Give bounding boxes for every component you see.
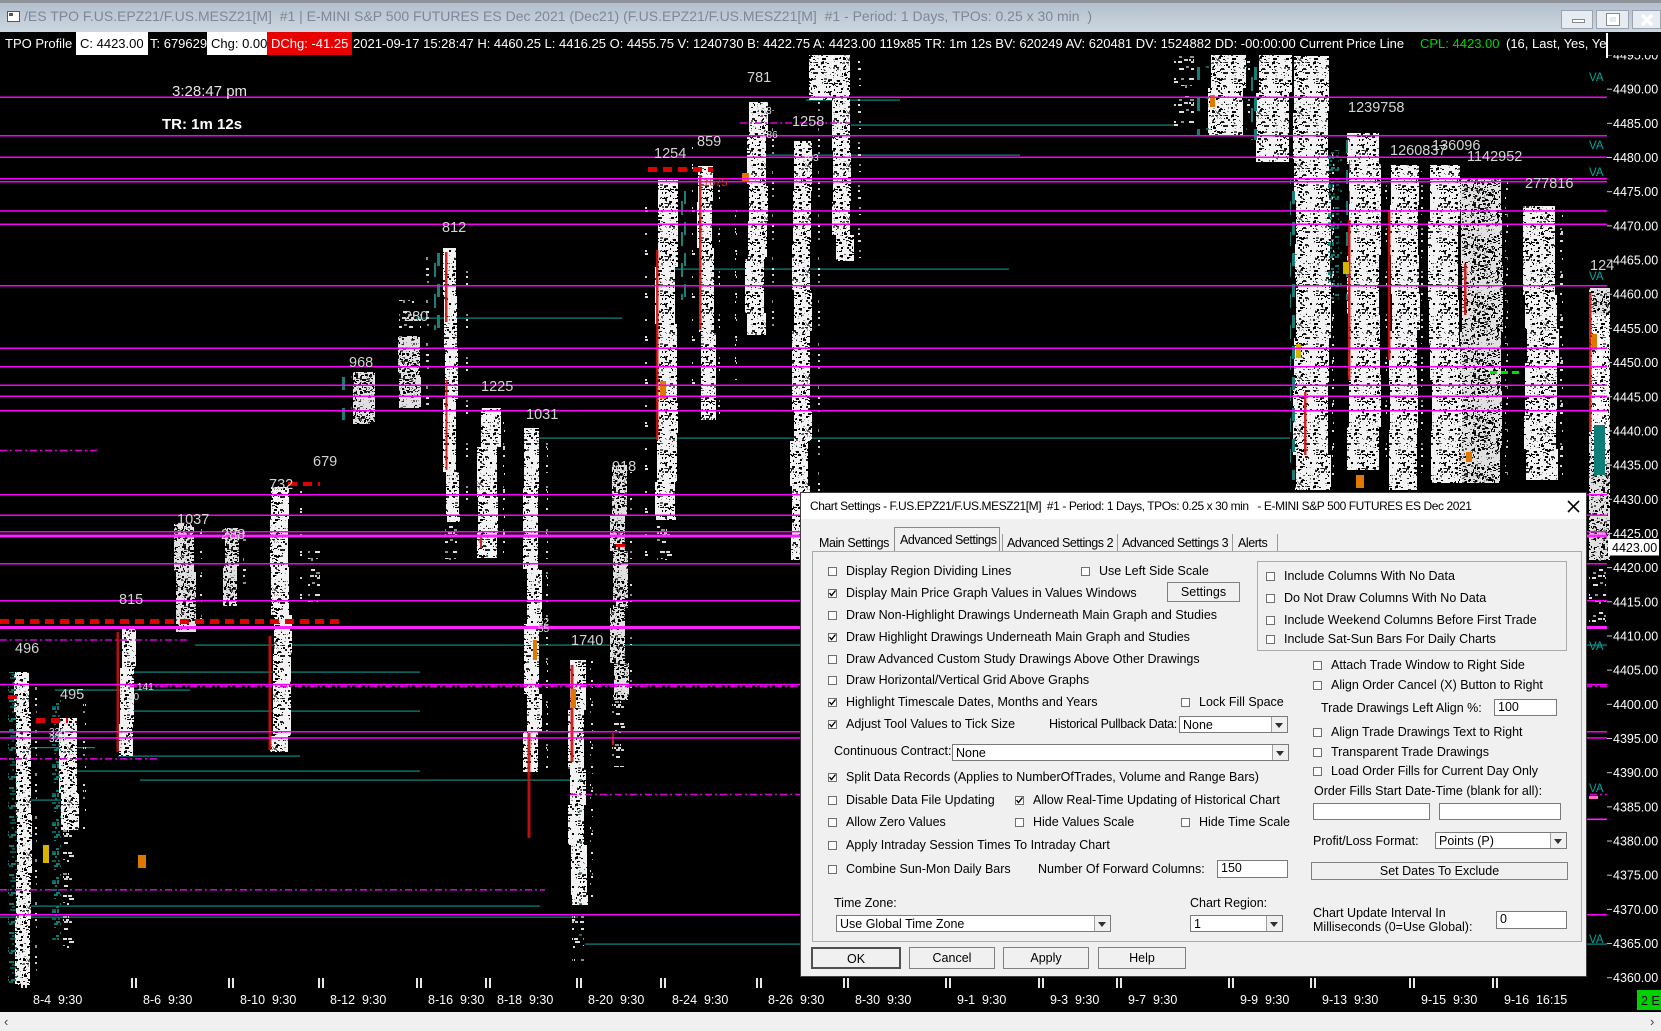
svg-text:1225: 1225	[481, 379, 513, 395]
svg-text:9-1 9:30: 9-1 9:30	[957, 993, 1006, 1007]
svg-text:4450.00: 4450.00	[1613, 356, 1658, 370]
svg-text:55: 55	[538, 624, 550, 635]
svg-text:VA: VA	[1589, 167, 1604, 179]
svg-text:8-12 9:30: 8-12 9:30	[330, 993, 386, 1007]
svg-text:4445.00: 4445.00	[1613, 390, 1658, 404]
svg-text:4475.00: 4475.00	[1613, 185, 1658, 199]
svg-text:4465.00: 4465.00	[1613, 254, 1658, 268]
svg-text:1675: 1675	[703, 177, 727, 189]
svg-text:VA: VA	[1589, 641, 1604, 653]
svg-text:4485.00: 4485.00	[1613, 117, 1658, 131]
svg-text:VA: VA	[1589, 72, 1604, 84]
svg-text:VA: VA	[1589, 783, 1604, 795]
svg-text:1258: 1258	[792, 114, 824, 130]
svg-text:141: 141	[137, 682, 154, 693]
svg-text:815: 815	[119, 592, 143, 608]
svg-text:4470.00: 4470.00	[1613, 219, 1658, 233]
svg-text:4370.00: 4370.00	[1613, 903, 1658, 917]
svg-text:4430.00: 4430.00	[1613, 493, 1658, 507]
svg-text:8-20 9:30: 8-20 9:30	[588, 993, 644, 1007]
svg-text:4423.00: 4423.00	[1612, 541, 1657, 555]
svg-text:288: 288	[221, 527, 245, 543]
svg-text:8-10 9:30: 8-10 9:30	[240, 993, 296, 1007]
svg-text:4460.00: 4460.00	[1613, 288, 1658, 302]
svg-text:186: 186	[761, 130, 778, 141]
svg-text:495: 495	[60, 687, 84, 703]
svg-text:277816: 277816	[1525, 176, 1573, 192]
svg-text:VA: VA	[1589, 934, 1604, 946]
svg-text:8-26 9:30: 8-26 9:30	[768, 993, 824, 1007]
svg-text:1037: 1037	[177, 512, 209, 528]
svg-text:679: 679	[313, 454, 337, 470]
svg-text:4380.00: 4380.00	[1613, 835, 1658, 849]
svg-text:9-9 9:30: 9-9 9:30	[1240, 993, 1289, 1007]
svg-text:8-24 9:30: 8-24 9:30	[672, 993, 728, 1007]
svg-text:1239758: 1239758	[1348, 100, 1404, 116]
svg-text:4490.00: 4490.00	[1613, 83, 1658, 97]
svg-text:8-18 9:30: 8-18 9:30	[497, 993, 553, 1007]
svg-text:4425.00: 4425.00	[1613, 527, 1658, 541]
svg-text:781: 781	[747, 70, 771, 86]
svg-text:8-16 9:30: 8-16 9:30	[428, 993, 484, 1007]
svg-text:4375.00: 4375.00	[1613, 869, 1658, 883]
svg-text:4390.00: 4390.00	[1613, 766, 1658, 780]
svg-text:280: 280	[404, 309, 428, 325]
svg-text:4410.00: 4410.00	[1613, 629, 1658, 643]
svg-text:9-15 9:30: 9-15 9:30	[1421, 993, 1477, 1007]
svg-text:1142952: 1142952	[1467, 149, 1522, 165]
svg-text:TR: 1m 12s: TR: 1m 12s	[162, 116, 242, 133]
svg-text:859: 859	[697, 134, 721, 150]
svg-text:918: 918	[612, 459, 636, 475]
svg-text:4400.00: 4400.00	[1613, 698, 1658, 712]
svg-text:VA: VA	[1589, 271, 1604, 283]
svg-text:30: 30	[128, 692, 140, 703]
svg-text:4415.00: 4415.00	[1613, 595, 1658, 609]
svg-text:496: 496	[15, 641, 39, 657]
svg-text:8-4 9:30: 8-4 9:30	[33, 993, 82, 1007]
svg-text:VA: VA	[1589, 140, 1604, 152]
svg-text:4420.00: 4420.00	[1613, 561, 1658, 575]
svg-text:4405.00: 4405.00	[1613, 664, 1658, 678]
svg-text:4365.00: 4365.00	[1613, 937, 1658, 951]
svg-text:4385.00: 4385.00	[1613, 800, 1658, 814]
svg-text:1740: 1740	[571, 633, 603, 649]
svg-text:3:28:47 pm: 3:28:47 pm	[172, 83, 247, 100]
svg-text:203: 203	[802, 153, 819, 164]
svg-text:732: 732	[269, 477, 293, 493]
svg-text:1031: 1031	[526, 407, 558, 423]
svg-text:4435.00: 4435.00	[1613, 459, 1658, 473]
svg-text:8-30 9:30: 8-30 9:30	[855, 993, 911, 1007]
svg-text:4360.00: 4360.00	[1613, 971, 1658, 985]
svg-text:4395.00: 4395.00	[1613, 732, 1658, 746]
svg-text:4455.00: 4455.00	[1613, 322, 1658, 336]
svg-text:2 E: 2 E	[1641, 994, 1660, 1008]
svg-text:1254: 1254	[654, 146, 686, 162]
svg-text:9-13 9:30: 9-13 9:30	[1322, 993, 1378, 1007]
svg-text:328: 328	[49, 734, 66, 745]
svg-text:968: 968	[349, 355, 373, 371]
svg-text:153: 153	[755, 106, 772, 117]
svg-text:9-7 9:30: 9-7 9:30	[1128, 993, 1177, 1007]
svg-text:4440.00: 4440.00	[1613, 424, 1658, 438]
svg-text:9-16 16:15: 9-16 16:15	[1504, 993, 1567, 1007]
svg-text:9-3 9:30: 9-3 9:30	[1050, 993, 1099, 1007]
svg-text:4480.00: 4480.00	[1613, 151, 1658, 165]
svg-text:812: 812	[442, 220, 466, 236]
svg-text:8-6 9:30: 8-6 9:30	[143, 993, 192, 1007]
